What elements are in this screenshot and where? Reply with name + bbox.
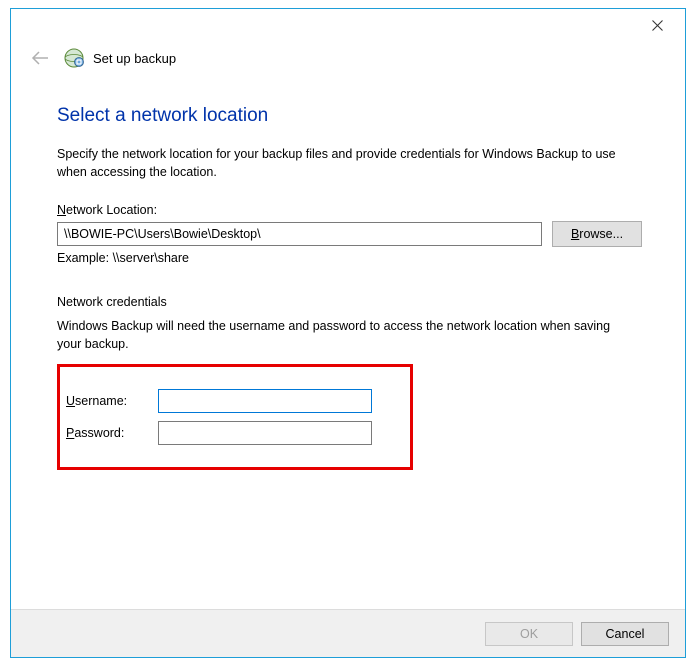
wizard-title: Set up backup [93,51,176,66]
cancel-button[interactable]: Cancel [581,622,669,646]
username-row: Username: [66,389,388,413]
backup-wizard-icon [63,47,85,69]
network-location-label: Network Location: [57,203,651,217]
close-icon [652,20,663,31]
back-button[interactable] [29,47,51,69]
username-label: Username: [66,394,158,408]
instruction-text: Specify the network location for your ba… [57,145,627,181]
footer: OK Cancel [11,609,685,657]
content-area: Select a network location Specify the ne… [11,75,685,609]
password-row: Password: [66,421,388,445]
dialog: Set up backup Select a network location … [10,8,686,658]
username-input[interactable] [158,389,372,413]
back-arrow-icon [30,51,50,65]
close-button[interactable] [635,11,679,39]
ok-button: OK [485,622,573,646]
password-input[interactable] [158,421,372,445]
browse-button[interactable]: Browse... [552,221,642,247]
network-location-row: Browse... [57,221,651,247]
credentials-highlight-box: Username: Password: [57,364,413,470]
page-heading: Select a network location [57,105,651,127]
titlebar [11,9,685,41]
credentials-section-title: Network credentials [57,295,651,309]
password-label: Password: [66,426,158,440]
example-text: Example: \\server\share [57,251,651,265]
network-location-input[interactable] [57,222,542,246]
window-frame: Set up backup Select a network location … [0,0,700,670]
credentials-instruction: Windows Backup will need the username an… [57,317,627,353]
header-row: Set up backup [11,41,685,75]
